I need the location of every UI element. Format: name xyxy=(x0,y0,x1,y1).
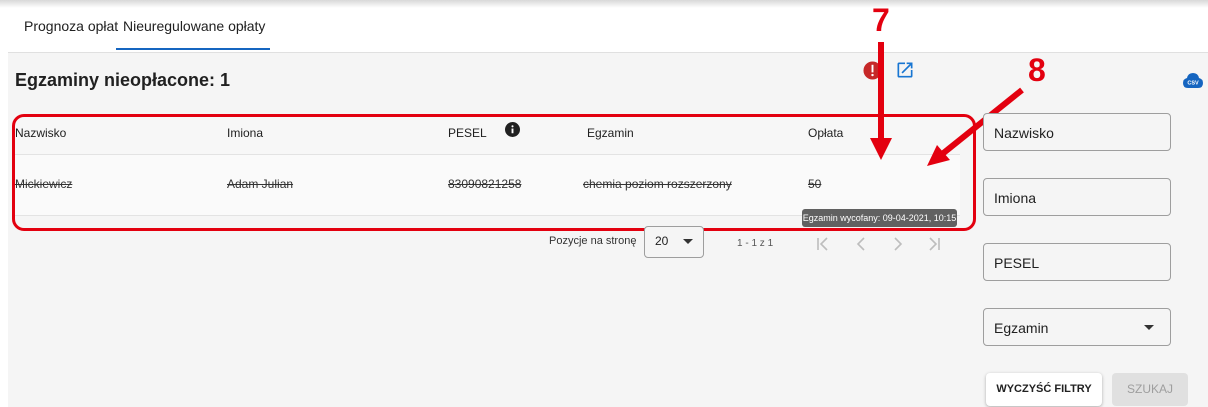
filter-pesel-input[interactable]: PESEL xyxy=(983,243,1171,281)
filter-imiona-placeholder: Imiona xyxy=(994,190,1037,206)
filter-imiona-input[interactable]: Imiona xyxy=(983,178,1171,216)
withdrawn-info-icon[interactable] xyxy=(863,61,882,80)
first-page-icon[interactable] xyxy=(813,234,833,254)
clear-filters-button[interactable]: WYCZYŚĆ FILTRY xyxy=(986,373,1102,406)
tab-nieuregulowane-oplaty[interactable]: Nieuregulowane opłaty xyxy=(123,18,265,34)
annotation-number-7: 7 xyxy=(872,2,890,38)
tab-prognoza-oplat[interactable]: Prognoza opłat xyxy=(24,18,118,34)
annotation-box xyxy=(12,114,976,231)
last-page-icon[interactable] xyxy=(924,234,944,254)
filter-nazwisko-input[interactable]: Nazwisko xyxy=(983,113,1171,151)
csv-download-icon[interactable]: CSV xyxy=(1183,72,1203,90)
active-tab-indicator xyxy=(116,48,270,50)
filter-egzamin-placeholder: Egzamin xyxy=(994,320,1049,336)
tab-bar: Prognoza opłat Nieuregulowane opłaty xyxy=(8,8,1208,53)
open-in-new-icon[interactable] xyxy=(895,60,915,80)
filter-pesel-placeholder: PESEL xyxy=(994,255,1040,271)
filter-egzamin-select[interactable]: Egzamin xyxy=(983,308,1171,346)
search-button[interactable]: SZUKAJ xyxy=(1112,373,1188,406)
top-shadow xyxy=(0,0,1208,8)
annotation-number-8: 8 xyxy=(1028,52,1046,88)
items-per-page-select[interactable]: 20 xyxy=(644,226,704,258)
items-per-page-label: Pozycje na stronę xyxy=(549,235,637,247)
filter-nazwisko-placeholder: Nazwisko xyxy=(994,125,1054,141)
page-title: Egzaminy nieopłacone: 1 xyxy=(15,70,231,90)
previous-page-icon[interactable] xyxy=(851,234,871,254)
next-page-icon[interactable] xyxy=(888,234,908,254)
pagination-range: 1 - 1 z 1 xyxy=(737,238,774,249)
svg-text:CSV: CSV xyxy=(1187,81,1199,87)
chevron-down-icon xyxy=(1144,325,1154,330)
items-per-page-value: 20 xyxy=(655,234,669,248)
chevron-down-icon xyxy=(683,239,693,244)
